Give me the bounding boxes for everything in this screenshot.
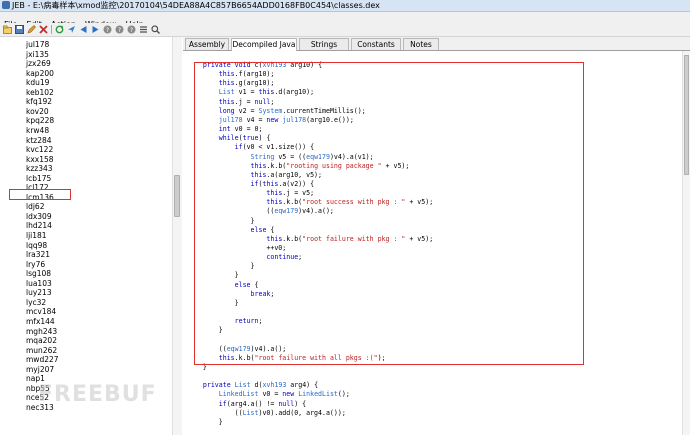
toolbar: ? ? ? xyxy=(0,23,690,37)
code-scrollbar-thumb[interactable] xyxy=(684,55,689,175)
svg-text:?: ? xyxy=(118,27,121,34)
code-line: if(arg4.a() != null) { xyxy=(218,399,307,408)
delete-icon[interactable] xyxy=(39,25,48,34)
title-bar: JEB - E:\病毒样本\xmod监控\20170104\54DEA88A4C… xyxy=(0,0,690,12)
code-scrollbar[interactable] xyxy=(682,51,690,435)
code-line: private List d(xvh193 arg4) { xyxy=(202,381,319,390)
open-icon[interactable] xyxy=(3,25,12,34)
left-scrollbar[interactable] xyxy=(172,37,182,435)
tab-strings[interactable]: Strings xyxy=(299,38,349,50)
window-title: JEB - E:\病毒样本\xmod监控\20170104\54DEA88A4C… xyxy=(12,1,380,10)
class-list-panel: jul178 jxi135 jzx269 kap200 kdu19 keb102 kfq19… xyxy=(0,37,182,435)
app-icon xyxy=(2,1,10,9)
edit-icon[interactable] xyxy=(27,25,36,34)
code-line: LinkedList v0 = new LinkedList(); xyxy=(218,390,350,399)
forward-icon[interactable] xyxy=(91,25,100,34)
tab-constants[interactable]: Constants xyxy=(351,38,401,50)
code-line: ((List)v0).add(0, arg4.a()); xyxy=(187,408,346,417)
back-icon[interactable] xyxy=(79,25,88,34)
refresh-icon[interactable] xyxy=(55,25,64,34)
navigate-icon[interactable] xyxy=(67,25,76,34)
menu-bar: FileEditActionWindowHelp xyxy=(0,12,690,29)
svg-text:?: ? xyxy=(130,27,133,34)
selected-item-highlight xyxy=(9,189,71,200)
help-icon[interactable]: ? xyxy=(103,25,112,34)
svg-text:?: ? xyxy=(106,27,109,34)
help2-icon[interactable]: ? xyxy=(115,25,124,34)
save-icon[interactable] xyxy=(15,25,24,34)
list-icon[interactable] xyxy=(139,25,148,34)
tab-assembly[interactable]: Assembly xyxy=(185,38,229,50)
editor-tabs: Assembly Decompiled Java Strings Constan… xyxy=(183,37,690,51)
zoom-icon[interactable] xyxy=(151,25,160,34)
watermark: FREEBUF xyxy=(38,382,157,407)
tab-notes[interactable]: Notes xyxy=(403,38,439,50)
left-scrollbar-thumb[interactable] xyxy=(174,175,180,217)
info-icon[interactable]: ? xyxy=(127,25,136,34)
code-line: } xyxy=(187,417,223,426)
highlighted-method-box xyxy=(194,62,584,365)
tab-decompiled-java[interactable]: Decompiled Java xyxy=(231,38,297,51)
